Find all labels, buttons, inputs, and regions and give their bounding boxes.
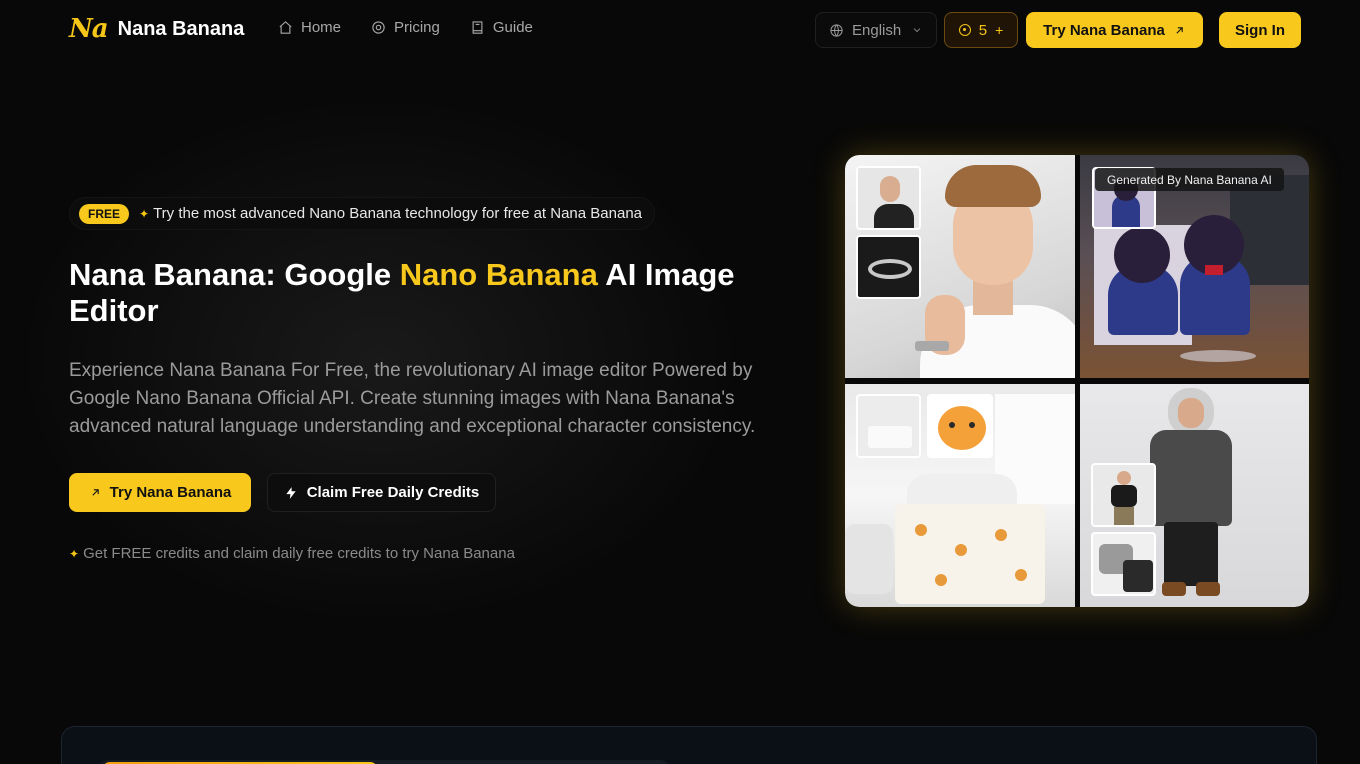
outfit-pants xyxy=(1164,522,1218,586)
hero-title-highlight: Nano Banana xyxy=(399,257,598,292)
outfit-face xyxy=(1178,398,1204,428)
bedroom-pattern-4 xyxy=(935,574,947,586)
announcement-text: Try the most advanced Nano Banana techno… xyxy=(153,205,642,222)
thumb-bed xyxy=(868,426,912,448)
bedroom-pattern-1 xyxy=(915,524,927,536)
free-announcement: FREE ✦ Try the most advanced Nano Banana … xyxy=(69,197,655,230)
home-icon xyxy=(279,21,292,34)
free-badge: FREE xyxy=(79,203,130,224)
nav-guide[interactable]: Guide xyxy=(470,19,533,36)
gallery-image-outfit[interactable] xyxy=(1080,384,1309,607)
gallery-image-bedroom[interactable] xyxy=(845,384,1075,607)
sparkle-icon: ✦ xyxy=(69,547,80,561)
try-button-header[interactable]: Try Nana Banana xyxy=(1026,12,1203,48)
cat-icon xyxy=(938,406,986,450)
globe-icon xyxy=(830,23,843,37)
sign-in-button[interactable]: Sign In xyxy=(1219,12,1301,48)
bedroom-pattern-3 xyxy=(995,529,1007,541)
thumb-head xyxy=(1117,471,1131,485)
portrait-thumb-man xyxy=(856,166,921,230)
example-gallery: Generated By Nana Banana AI xyxy=(845,155,1309,607)
hero-title-part1: Nana Banana: Google xyxy=(69,257,400,292)
announcement-text-wrap: ✦ Try the most advanced Nano Banana techn… xyxy=(139,205,642,222)
coin-icon xyxy=(958,24,971,36)
editor-panel xyxy=(61,726,1317,764)
try-button-header-label: Try Nana Banana xyxy=(1043,21,1165,39)
nav-pricing[interactable]: Pricing xyxy=(371,19,440,36)
arrow-up-right-icon xyxy=(92,489,99,496)
figure-left-hair xyxy=(1114,227,1170,283)
thumb-shirt xyxy=(874,204,914,228)
portrait-watch xyxy=(915,341,949,351)
bedroom-pattern-5 xyxy=(1015,569,1027,581)
hero-description: Experience Nana Banana For Free, the rev… xyxy=(69,360,756,437)
sparkle-icon: ✦ xyxy=(139,207,150,221)
generated-by-label: Generated By Nana Banana AI xyxy=(1095,168,1284,191)
sign-in-label: Sign In xyxy=(1235,21,1285,39)
hero-note: ✦ Get FREE credits and claim daily free c… xyxy=(69,545,515,562)
thumb-face xyxy=(880,176,900,202)
pricing-icon xyxy=(372,21,385,34)
brand-name: Nana Banana xyxy=(117,17,245,40)
portrait-thumb-ring xyxy=(856,235,921,299)
language-selector[interactable]: English xyxy=(815,12,937,48)
cat-eye-right xyxy=(969,422,975,428)
hero-title: Nana Banana: Google Nano Banana AI Image… xyxy=(69,257,789,329)
chevron-down-icon xyxy=(913,28,921,33)
nav-home[interactable]: Home xyxy=(278,19,341,36)
nav-home-label: Home xyxy=(301,19,342,36)
bedroom-chair xyxy=(845,524,893,594)
plus-icon: + xyxy=(995,22,1004,38)
credits-count: 5 xyxy=(978,21,988,39)
lightning-icon xyxy=(286,486,296,499)
language-label: English xyxy=(852,21,902,39)
claim-credits-label: Claim Free Daily Credits xyxy=(306,484,480,501)
thumb-trousers xyxy=(1123,560,1153,592)
cat-eye-left xyxy=(949,422,955,428)
main-nav: Home Pricing Guide xyxy=(278,19,533,36)
outfit-boot-right xyxy=(1196,582,1220,596)
figure-base xyxy=(1180,350,1256,362)
bedroom-thumb-room xyxy=(856,394,921,458)
top-header: Na Nana Banana Home Pricing Guide Englis… xyxy=(0,0,1360,60)
brand-logo: Na xyxy=(69,14,109,44)
bedroom-bed xyxy=(895,504,1045,604)
claim-credits-button[interactable]: Claim Free Daily Credits xyxy=(267,473,496,512)
editor-tabs[interactable] xyxy=(98,760,670,764)
thumb-pants xyxy=(1114,507,1134,525)
thumb-sweater xyxy=(1111,485,1137,507)
outfit-boot-left xyxy=(1162,582,1186,596)
nav-pricing-label: Pricing xyxy=(394,19,440,36)
bedroom-pattern-2 xyxy=(955,544,967,556)
figure-right-bow xyxy=(1205,265,1223,275)
portrait-hair xyxy=(945,165,1041,207)
arrow-up-right-icon xyxy=(1176,26,1183,34)
gallery-image-portrait[interactable] xyxy=(845,155,1075,378)
thumb-ring xyxy=(868,259,912,279)
book-icon xyxy=(472,21,483,34)
nav-guide-label: Guide xyxy=(492,19,533,36)
bedroom-thumb-cat xyxy=(927,394,993,458)
try-button-hero-label: Try Nana Banana xyxy=(109,484,232,501)
brand[interactable]: Na Nana Banana xyxy=(69,14,244,44)
try-button-hero[interactable]: Try Nana Banana xyxy=(69,473,251,512)
outfit-thumb-clothes xyxy=(1091,532,1156,596)
outfit-jacket xyxy=(1150,430,1232,526)
hero-note-text: Get FREE credits and claim daily free cr… xyxy=(83,545,515,562)
outfit-thumb-person xyxy=(1091,463,1156,527)
credits-button[interactable]: 5 + xyxy=(944,12,1018,48)
